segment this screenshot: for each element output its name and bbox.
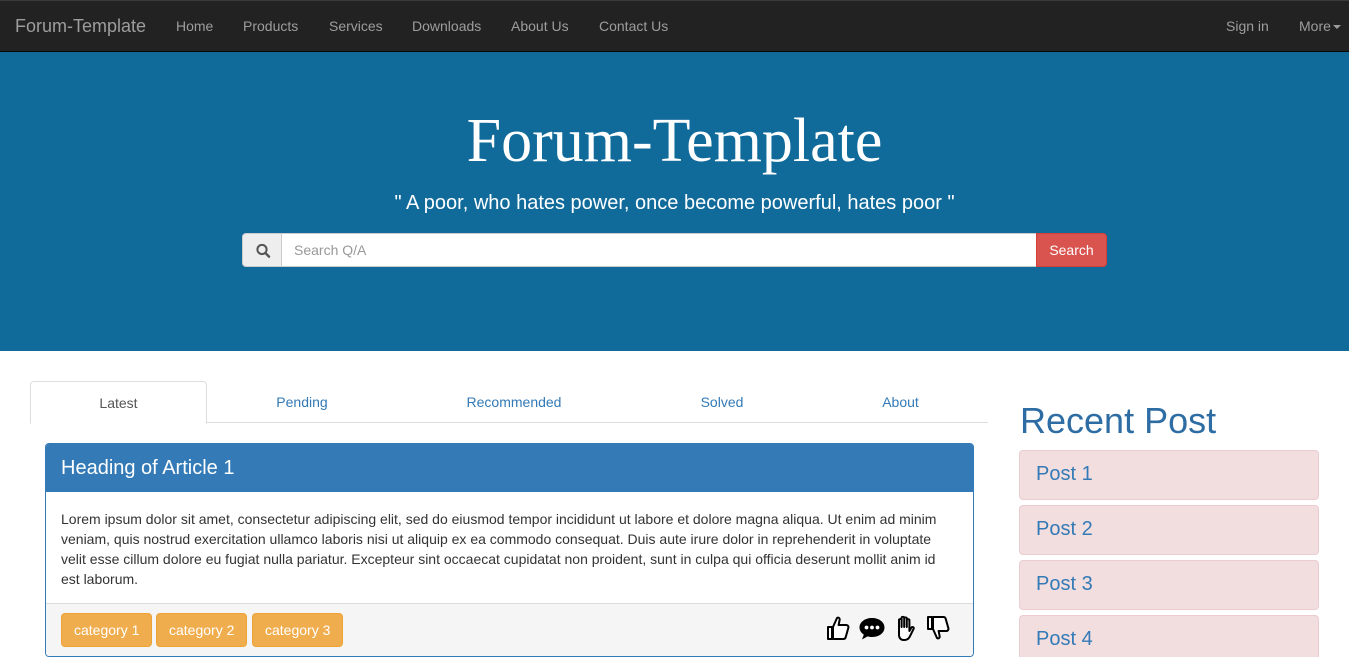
hero-title: Forum-Template <box>466 107 883 175</box>
search-input[interactable] <box>281 233 1037 267</box>
nav-item-contact-us[interactable]: Contact Us <box>599 18 668 34</box>
nav-item-downloads[interactable]: Downloads <box>412 18 481 34</box>
nav-item-home[interactable]: Home <box>176 18 213 34</box>
search-button[interactable]: Search <box>1036 233 1107 267</box>
article-tabs: Latest Pending Recommended Solved About <box>30 381 988 424</box>
nav-item-services[interactable]: Services <box>329 18 383 34</box>
recent-post-item-1[interactable]: Post 1 <box>1019 450 1319 500</box>
search-addon <box>242 233 282 267</box>
more-dropdown[interactable]: More <box>1299 18 1341 34</box>
category-button-3[interactable]: category 3 <box>252 613 344 647</box>
article-footer: category 1 category 2 category 3 <box>46 603 973 656</box>
comment-icon[interactable] <box>857 614 887 642</box>
nav-item-products[interactable]: Products <box>243 18 298 34</box>
tab-pending[interactable]: Pending <box>207 381 397 423</box>
article-card: Heading of Article 1 Lorem ipsum dolor s… <box>45 443 974 657</box>
search-icon <box>256 243 271 258</box>
hero-banner: Forum-Template " A poor, who hates power… <box>0 52 1349 351</box>
caret-down-icon <box>1332 25 1341 30</box>
recent-post-item-3[interactable]: Post 3 <box>1019 560 1319 610</box>
recent-post-item-4[interactable]: Post 4 <box>1019 615 1319 657</box>
tab-about[interactable]: About <box>813 381 988 423</box>
tab-latest[interactable]: Latest <box>30 381 207 424</box>
recent-post-title: Recent Post <box>1020 400 1217 441</box>
article-heading[interactable]: Heading of Article 1 <box>46 444 973 492</box>
recent-post-item-2[interactable]: Post 2 <box>1019 505 1319 555</box>
article-body: Lorem ipsum dolor sit amet, consectetur … <box>61 511 937 587</box>
hero-quote: " A poor, who hates power, once become p… <box>394 192 955 214</box>
raised-hand-icon[interactable] <box>892 614 918 642</box>
thumbs-up-icon[interactable] <box>825 614 851 642</box>
top-navbar: Forum-Template Home Products Services Do… <box>0 0 1349 52</box>
more-dropdown-label: More <box>1299 18 1331 34</box>
tab-recommended[interactable]: Recommended <box>397 381 631 423</box>
search-bar: Search <box>242 233 1107 267</box>
navbar-brand[interactable]: Forum-Template <box>15 16 146 37</box>
thumbs-down-icon[interactable] <box>925 614 951 642</box>
sign-in-link[interactable]: Sign in <box>1226 18 1269 34</box>
category-button-1[interactable]: category 1 <box>61 613 153 647</box>
category-button-2[interactable]: category 2 <box>156 613 248 647</box>
tab-solved[interactable]: Solved <box>631 381 813 423</box>
nav-item-about-us[interactable]: About Us <box>511 18 569 34</box>
